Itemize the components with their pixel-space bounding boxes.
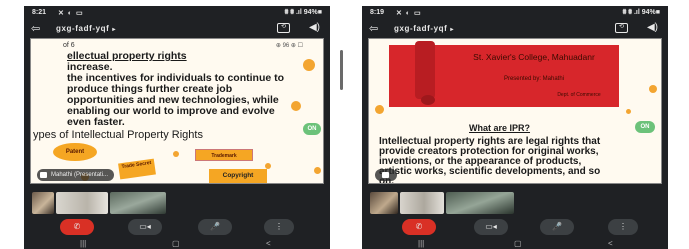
trademark-shape: Trademark (195, 149, 253, 161)
slide-pager: of 6 (63, 42, 75, 49)
mic-toggle-button[interactable]: 🎤 (198, 219, 232, 235)
status-badge: ON (303, 123, 321, 135)
presenter-caption: Mahathi (Presentati... (37, 169, 115, 181)
participant-video[interactable] (446, 192, 514, 214)
battery-signal-indicators: ⩩ ⩩ .ıl 94%■ (284, 9, 322, 16)
decorative-dot (314, 167, 321, 174)
back-icon[interactable]: < (608, 239, 613, 248)
chevron-right-icon: ▸ (112, 27, 117, 33)
battery-signal-indicators: ⩩ ⩩ .ıl 94%■ (622, 9, 660, 16)
end-call-button[interactable]: ✆ (402, 219, 436, 235)
speaker-icon[interactable]: ◀) (647, 22, 658, 33)
presenter-name: Mahathi (Presentati... (51, 172, 109, 178)
participant-video[interactable] (56, 192, 108, 214)
meeting-code[interactable]: gxg-fadf-yqf ▸ (394, 24, 454, 33)
meeting-code[interactable]: gxg-fadf-yqf ▸ (56, 24, 116, 33)
camera-toggle-button[interactable]: ▭◂ (128, 219, 162, 235)
status-badge: ON (635, 121, 655, 133)
status-time: 8:19 (370, 9, 385, 16)
call-header: ⇦ gxg-fadf-yqf ▸ ⟲ ◀) (362, 20, 668, 38)
speaker-icon[interactable]: ◀) (309, 22, 320, 33)
slide-paragraph: ellectual property rights increase. the … (67, 51, 287, 128)
presentation-slide: St. Xavier's College, Mahuadanr Presente… (368, 38, 662, 184)
trade-secret-shape: Trade Secret (118, 158, 156, 180)
back-icon[interactable]: < (266, 239, 271, 248)
recents-icon[interactable]: ||| (80, 239, 86, 248)
status-icons: ✕ ◐ ▭ (58, 10, 84, 17)
back-arrow-icon[interactable]: ⇦ (31, 22, 40, 35)
more-options-button[interactable]: ⋮ (264, 219, 294, 235)
captions-toggle[interactable] (375, 169, 397, 181)
banner-column-base (421, 95, 435, 105)
viewer-toolbar: ⊕ 96 ⊕ ☐ (275, 43, 303, 49)
copyright-shape: Copyright (209, 169, 267, 183)
status-bar: 8:19 ✕ ◐ ▭ ⩩ ⩩ .ıl 94%■ (362, 6, 668, 20)
decorative-dot (375, 105, 384, 114)
switch-camera-icon[interactable]: ⟲ (615, 23, 628, 33)
more-options-button[interactable]: ⋮ (608, 219, 638, 235)
call-header: ⇦ gxg-fadf-yqf ▸ ⟲ ◀) (24, 20, 330, 38)
banner-subtitle: Presented by: Mahathi (503, 76, 565, 82)
end-call-button[interactable]: ✆ (60, 219, 94, 235)
slide-heading: What are IPR? (469, 123, 531, 133)
banner-column (415, 41, 435, 99)
banner-title: St. Xavier's College, Mahuadanr (473, 52, 595, 62)
call-controls: ✆ ▭◂ 🎤 ⋮ (362, 219, 668, 235)
patent-shape: Patent (53, 143, 97, 161)
mic-toggle-button[interactable]: 🎤 (540, 219, 574, 235)
status-bar: 8:21 ✕ ◐ ▭ ⩩ ⩩ .ıl 94%■ (24, 6, 330, 20)
slide-heading: ypes of Intellectual Property Rights (33, 129, 203, 141)
presentation-slide: of 6 ⊕ 96 ⊕ ☐ ellectual property rights … (30, 38, 324, 184)
phone-screen-right: 8:19 ✕ ◐ ▭ ⩩ ⩩ .ıl 94%■ ⇦ gxg-fadf-yqf ▸ … (362, 6, 668, 249)
status-time: 8:21 (32, 9, 47, 16)
slide-body-text: Intellectual property rights are legal r… (379, 136, 601, 184)
captions-icon (40, 172, 47, 178)
camera-toggle-button[interactable]: ▭◂ (474, 219, 508, 235)
status-icons: ✕ ◐ ▭ (396, 10, 422, 17)
phone-screen-left: 8:21 ✕ ◐ ▭ ⩩ ⩩ .ıl 94%■ ⇦ gxg-fadf-yqf ▸ … (24, 6, 330, 249)
recents-icon[interactable]: ||| (418, 239, 424, 248)
participant-video[interactable] (32, 192, 54, 214)
title-banner: St. Xavier's College, Mahuadanr Presente… (389, 41, 619, 107)
meeting-code-text: gxg-fadf-yqf (56, 24, 110, 33)
android-nav-bar: ||| ▢ < (24, 239, 330, 249)
android-nav-bar: ||| ▢ < (362, 239, 668, 249)
captions-icon (382, 172, 389, 178)
decorative-dot (303, 59, 315, 71)
decorative-dot (626, 109, 631, 114)
home-icon[interactable]: ▢ (172, 239, 180, 248)
participant-video[interactable] (110, 192, 166, 214)
back-arrow-icon[interactable]: ⇦ (369, 22, 378, 35)
split-divider (340, 50, 343, 90)
meeting-code-text: gxg-fadf-yqf (394, 24, 448, 33)
decorative-dot (173, 151, 179, 157)
chevron-right-icon: ▸ (450, 27, 455, 33)
slide-body-text: the incentives for individuals to contin… (67, 72, 285, 128)
decorative-dot (649, 85, 657, 93)
home-icon[interactable]: ▢ (514, 239, 522, 248)
call-controls: ✆ ▭◂ 🎤 ⋮ (24, 219, 330, 235)
participant-video[interactable] (400, 192, 444, 214)
banner-small-text: Dept. of Commerce (557, 92, 601, 98)
participant-video[interactable] (370, 192, 398, 214)
decorative-dot (291, 101, 301, 111)
switch-camera-icon[interactable]: ⟲ (277, 23, 290, 33)
